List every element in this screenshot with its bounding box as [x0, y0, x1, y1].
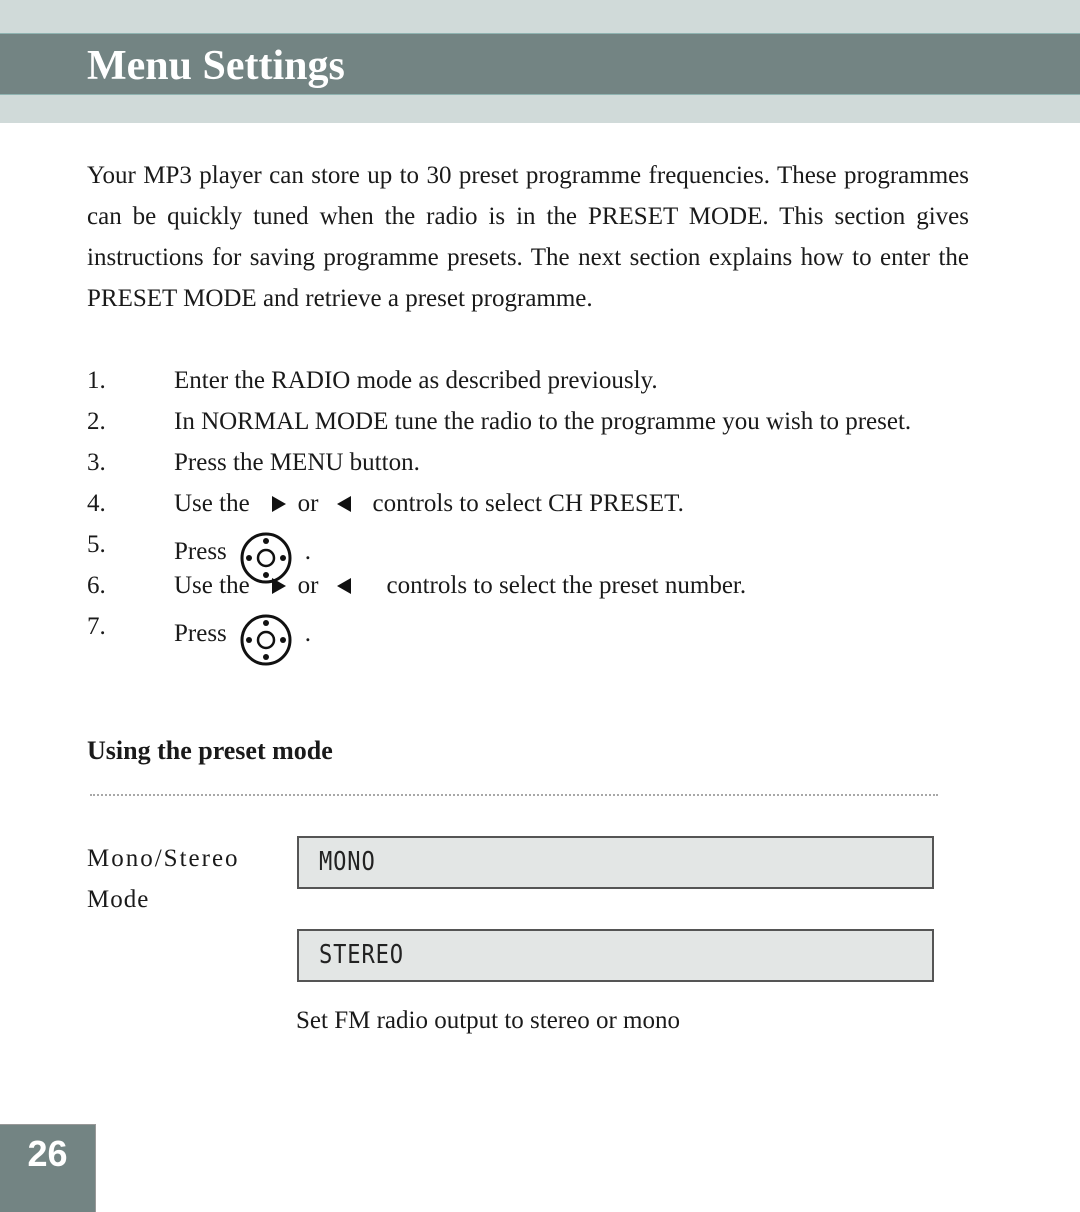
step-number: 3.: [87, 449, 106, 476]
step-5: 5. Press .: [87, 524, 987, 584]
dotted-divider: [90, 794, 938, 796]
step-text: In NORMAL MODE tune the radio to the pro…: [174, 408, 912, 435]
step-7: 7. Press .: [87, 606, 987, 666]
label-line-2: Mode: [87, 886, 150, 913]
step-3: 3. Press the MENU button.: [87, 442, 987, 483]
right-arrow-icon: [271, 495, 286, 512]
step-text-pre: Press: [174, 619, 227, 647]
step-number: 1.: [87, 367, 106, 394]
lcd-text: MONO: [319, 847, 376, 877]
page-number-box: 26: [0, 1124, 96, 1212]
header-band-bottom: [0, 95, 1080, 123]
steps-list: 1. Enter the RADIO mode as described pre…: [87, 360, 987, 666]
step-number: 2.: [87, 408, 106, 435]
step-number: 5.: [87, 531, 106, 558]
section-heading: Using the preset mode: [87, 736, 333, 765]
step-6: 6. Use the or controls to select the pre…: [87, 565, 987, 606]
step-text-pre: Use the: [174, 490, 250, 517]
lcd-display-stereo: STEREO: [297, 929, 934, 982]
intro-paragraph: Your MP3 player can store up to 30 prese…: [87, 162, 969, 312]
header-band-top: [0, 0, 1080, 33]
step-text: Press the MENU button.: [174, 449, 420, 476]
lcd-display-mono: MONO: [297, 836, 934, 889]
step-text-or: or: [297, 490, 319, 517]
step-text-post: controls to select CH PRESET.: [372, 490, 684, 517]
step-number: 7.: [87, 613, 106, 640]
step-text-pre: Use the: [174, 572, 250, 599]
step-text-post: .: [304, 619, 312, 647]
lcd-caption: Set FM radio output to stereo or mono: [296, 1007, 680, 1034]
left-arrow-icon: [336, 495, 351, 512]
step-text: Enter the RADIO mode as described previo…: [174, 367, 658, 394]
joystick-button-icon: [240, 614, 292, 666]
step-2: 2. In NORMAL MODE tune the radio to the …: [87, 401, 987, 442]
right-arrow-icon: [271, 577, 286, 594]
step-text-or: or: [297, 572, 319, 599]
left-arrow-icon: [336, 577, 351, 594]
step-4: 4. Use the or controls to select CH PRES…: [87, 483, 987, 524]
step-number: 6.: [87, 572, 106, 599]
step-1: 1. Enter the RADIO mode as described pre…: [87, 360, 987, 401]
step-number: 4.: [87, 490, 106, 517]
label-line-1: Mono/Stereo: [87, 845, 240, 872]
page-number: 26: [27, 1133, 68, 1174]
mono-stereo-label: Mono/Stereo Mode: [87, 838, 240, 920]
step-text-post: controls to select the preset number.: [386, 572, 747, 599]
page-title: Menu Settings: [87, 43, 345, 89]
lcd-text: STEREO: [319, 940, 404, 970]
